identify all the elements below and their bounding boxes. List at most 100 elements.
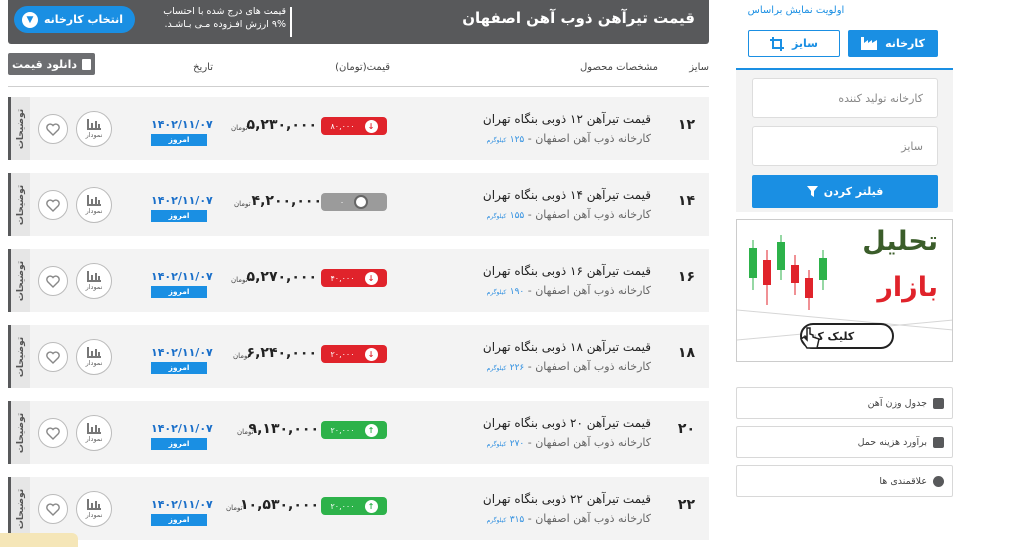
price-change-badge: ۰	[321, 193, 387, 211]
currency-unit: تومان	[231, 276, 248, 284]
market-analysis-banner[interactable]: تحلیل بازار کلیک کنید	[736, 219, 953, 362]
row-description-tab[interactable]: توضیحات	[8, 401, 30, 464]
chart-label: نمودار	[85, 511, 103, 519]
product-name[interactable]: قیمت تیرآهن ۱۸ ذوبی بنگاه تهران	[483, 340, 651, 354]
link-iron-weight-table[interactable]: جدول وزن آهن	[736, 387, 953, 419]
bar-chart-icon	[87, 195, 101, 206]
link-shipping-label: برآورد هزینه حمل	[857, 436, 927, 448]
price-date: ۱۴۰۲/۱۱/۰۷	[151, 346, 213, 359]
maker-name: کارخانه ذوب آهن اصفهان -	[524, 208, 651, 221]
table-row: توضیحات نمودار ۱۴۰۲/۱۱/۰۷ امروز تومان ۹,۱۳۰,۰…	[8, 401, 709, 464]
product-name[interactable]: قیمت تیرآهن ۱۶ ذوبی بنگاه تهران	[483, 264, 651, 278]
weight-unit: کیلوگرم	[486, 289, 507, 296]
product-size: ۱۲	[677, 117, 695, 133]
filter-button[interactable]: فیلتر کردن	[752, 175, 938, 208]
weight-unit: کیلوگرم	[486, 213, 507, 220]
price-chart-button[interactable]: نمودار	[76, 415, 112, 451]
price-date: ۱۴۰۲/۱۱/۰۷	[151, 118, 213, 131]
link-iron-weight-label: جدول وزن آهن	[867, 397, 927, 409]
price-date: ۱۴۰۲/۱۱/۰۷	[151, 422, 213, 435]
table-row: توضیحات نمودار ۱۴۰۲/۱۱/۰۷ امروز تومان ۵,۲۷۰,۰…	[8, 249, 709, 312]
price-date: ۱۴۰۲/۱۱/۰۷	[151, 194, 213, 207]
product-name[interactable]: قیمت تیرآهن ۱۴ ذوبی بنگاه تهران	[483, 188, 651, 202]
today-badge: امروز	[151, 362, 207, 374]
favorite-button[interactable]	[38, 266, 68, 296]
weight-unit: کیلوگرم	[486, 365, 507, 372]
product-weight: ۱۹۰	[509, 287, 525, 297]
banner-subtitle: بازار	[877, 272, 938, 303]
row-description-label: توضیحات	[15, 488, 26, 529]
size-input[interactable]: سایز	[752, 126, 938, 166]
maker-name: کارخانه ذوب آهن اصفهان -	[524, 512, 651, 525]
row-description-label: توضیحات	[15, 412, 26, 453]
price-chart-button[interactable]: نمودار	[76, 187, 112, 223]
funnel-icon	[806, 186, 818, 197]
favorite-button[interactable]	[38, 418, 68, 448]
product-name[interactable]: قیمت تیرآهن ۲۰ ذوبی بنگاه تهران	[483, 416, 651, 430]
product-size: ۱۸	[677, 345, 695, 361]
chart-label: نمودار	[85, 131, 103, 139]
today-badge: امروز	[151, 514, 207, 526]
maker-input[interactable]: کارخانه تولید کننده	[752, 78, 938, 118]
price-change-value: ۸۰,۰۰۰	[330, 121, 355, 131]
favorite-button[interactable]	[38, 114, 68, 144]
row-description-tab[interactable]: توضیحات	[8, 97, 30, 160]
row-description-label: توضیحات	[15, 108, 26, 149]
select-factory-button[interactable]: انتخاب کارخانه ▼	[14, 6, 135, 33]
row-description-tab[interactable]: توضیحات	[8, 325, 30, 388]
link-favorites[interactable]: علاقمندی ها	[736, 465, 953, 497]
row-description-label: توضیحات	[15, 260, 26, 301]
today-badge: امروز	[151, 438, 207, 450]
product-size: ۱۶	[677, 269, 695, 285]
bar-chart-icon	[87, 271, 101, 282]
product-size: ۱۴	[677, 193, 695, 209]
row-description-tab[interactable]: توضیحات	[8, 477, 30, 540]
today-badge: امروز	[151, 134, 207, 146]
price-chart-button[interactable]: نمودار	[76, 111, 112, 147]
download-price-button[interactable]: دانلود قیمت	[8, 53, 95, 75]
row-description-tab[interactable]: توضیحات	[8, 249, 30, 312]
price-value: ۵,۲۷۰,۰۰۰	[246, 269, 317, 285]
tab-factory[interactable]: کارخانه	[848, 30, 938, 57]
row-description-tab[interactable]: توضیحات	[8, 173, 30, 236]
col-specs: مشخصات محصول	[580, 62, 658, 73]
page-title: قیمت تیرآهن ذوب آهن اصفهان	[462, 9, 695, 27]
favorite-button[interactable]	[38, 342, 68, 372]
bar-chart-icon	[87, 347, 101, 358]
tab-size[interactable]: سایز	[748, 30, 840, 57]
price-date: ۱۴۰۲/۱۱/۰۷	[151, 270, 213, 283]
heart-outline-icon	[46, 350, 60, 364]
notice-tab[interactable]	[0, 533, 78, 547]
bar-chart-icon	[87, 499, 101, 510]
vat-note-line1: قیمت های درج شده با احتساب	[163, 6, 286, 17]
price-chart-button[interactable]: نمودار	[76, 263, 112, 299]
table-row: توضیحات نمودار ۱۴۰۲/۱۱/۰۷ امروز تومان ۶,۲۴۰,۰…	[8, 325, 709, 388]
price-change-value: ۲۰,۰۰۰	[330, 425, 355, 435]
product-name[interactable]: قیمت تیرآهن ۲۲ ذوبی بنگاه تهران	[483, 492, 651, 506]
bar-chart-icon	[87, 119, 101, 130]
arrow-down-icon: ↓	[364, 271, 378, 285]
price-chart-button[interactable]: نمودار	[76, 339, 112, 375]
arrow-down-icon: ↓	[364, 119, 378, 133]
price-change-badge: ۴۰,۰۰۰ ↓	[321, 269, 387, 287]
product-maker: کارخانه ذوب آهن اصفهان - ۲۷۰ کیلوگرم	[487, 436, 651, 449]
tab-size-label: سایز	[792, 37, 818, 50]
chart-label: نمودار	[85, 207, 103, 215]
chart-label: نمودار	[85, 435, 103, 443]
price-value: ۴,۲۰۰,۰۰۰	[251, 193, 322, 209]
heart-outline-icon	[46, 274, 60, 288]
price-date: ۱۴۰۲/۱۱/۰۷	[151, 498, 213, 511]
heart-outline-icon	[46, 426, 60, 440]
pointer-hand-icon	[799, 327, 820, 349]
vat-note-line2: ۹% ارزش افـزوده مـی بـاشـد.	[164, 19, 287, 30]
product-maker: کارخانه ذوب آهن اصفهان - ۲۲۶ کیلوگرم	[487, 360, 651, 373]
box-icon	[933, 397, 944, 409]
favorite-button[interactable]	[38, 494, 68, 524]
price-value: ۹,۱۳۰,۰۰۰	[248, 421, 319, 437]
link-shipping-estimate[interactable]: برآورد هزینه حمل	[736, 426, 953, 458]
product-name[interactable]: قیمت تیرآهن ۱۲ ذوبی بنگاه تهران	[483, 112, 651, 126]
favorite-button[interactable]	[38, 190, 68, 220]
price-chart-button[interactable]: نمودار	[76, 491, 112, 527]
row-description-label: توضیحات	[15, 336, 26, 377]
vat-note: قیمت های درج شده با احتساب ۹% ارزش افـزو…	[148, 5, 286, 31]
